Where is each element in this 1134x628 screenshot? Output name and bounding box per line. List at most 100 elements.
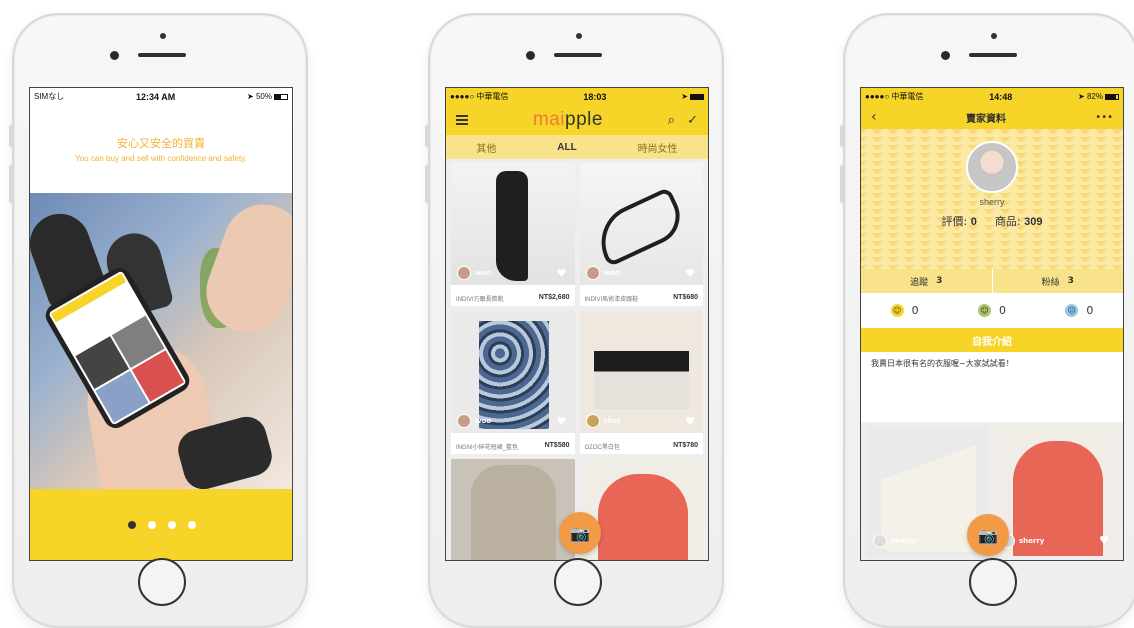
browse-screen: ●●●●○ 中華電信 18:03 ➤ maipple ⌕ ✓ 其他 ALL 時尚… xyxy=(445,87,709,561)
avatar[interactable] xyxy=(457,266,471,280)
review-neutral[interactable]: ☺ 0 xyxy=(977,304,1006,318)
onboarding-photo xyxy=(30,193,292,491)
product-card[interactable] xyxy=(451,459,575,560)
intro-section-header: 自我介紹 xyxy=(861,328,1123,352)
battery-icon xyxy=(690,93,704,100)
review-summary: ☺ 0 ☺ 0 ☹ 0 xyxy=(861,293,1123,328)
mute-switch xyxy=(9,125,13,147)
more-options-icon[interactable]: ••• xyxy=(1095,112,1113,123)
proximity-sensor xyxy=(526,51,535,60)
page-dot[interactable] xyxy=(188,520,196,529)
carrier-label: ●●●●○ 中華電信 xyxy=(865,92,924,101)
tab-fashion-women[interactable]: 時尚女性 xyxy=(638,140,678,155)
volume-up-button xyxy=(425,165,429,203)
profile-banner: sherry 評價: 0 商品: 309 xyxy=(861,129,1123,269)
app-header: maipple ⌕ ✓ xyxy=(446,105,708,135)
earpiece-speaker xyxy=(138,53,186,57)
earpiece-speaker xyxy=(554,53,602,57)
camera-icon: 📷 xyxy=(570,523,590,543)
seller-name: woo xyxy=(475,417,492,425)
product-name: INGNI小碎花短裙_藍色 xyxy=(456,445,519,451)
product-card[interactable]: woo ♥ INDIVI方跟長筒靴 NT$2,680 xyxy=(451,163,575,306)
rating-label: 評價: xyxy=(941,215,968,228)
avatar[interactable] xyxy=(966,141,1018,193)
product-card[interactable]: woo ♥ INGNI小碎花短裙_藍色 NT$580 xyxy=(451,311,575,454)
tab-other[interactable]: 其他 xyxy=(476,140,496,155)
sad-face-icon: ☹ xyxy=(1065,304,1079,318)
page-title: 賣家資料 xyxy=(965,113,1006,125)
product-image xyxy=(579,459,703,560)
rating-value: 0 xyxy=(970,216,977,228)
followers-label: 粉絲 xyxy=(1041,277,1060,288)
review-negative[interactable]: ☹ 0 xyxy=(1065,304,1093,318)
product-card[interactable]: sherry ♥ xyxy=(995,426,1117,556)
intro-text: 我賣日本很有名的衣服喔~大家試試看！ xyxy=(871,359,1014,368)
mute-switch xyxy=(840,125,844,147)
product-grid: woo ♥ INDIVI方跟長筒靴 NT$2,680 woo ♥ INDIVI馬術… xyxy=(446,159,708,560)
back-chevron-icon[interactable]: ‹ xyxy=(871,109,877,125)
phone-browse: ●●●●○ 中華電信 18:03 ➤ maipple ⌕ ✓ 其他 ALL 時尚… xyxy=(425,13,724,628)
heart-icon[interactable]: ♥ xyxy=(685,267,695,280)
heart-icon[interactable]: ♥ xyxy=(557,415,567,428)
product-name: INDIVI方跟長筒靴 xyxy=(456,297,504,303)
proximity-sensor xyxy=(941,51,950,60)
heart-icon[interactable]: ♥ xyxy=(557,267,567,280)
app-logo: maipple xyxy=(532,109,603,130)
phone-seller-profile: ●●●●○ 中華電信 14:48 ➤ 82% ‹ 賣家資料 ••• sherry… xyxy=(840,13,1134,628)
review-positive[interactable]: ☺ 0 xyxy=(890,304,919,318)
avatar[interactable] xyxy=(457,414,471,428)
product-card[interactable]: cher ♥ OZOC黑白包 NT$780 xyxy=(579,311,703,454)
clock: 18:03 xyxy=(583,91,607,102)
tab-all[interactable]: ALL xyxy=(557,142,576,153)
following-count: 3 xyxy=(936,276,943,286)
heart-icon[interactable]: ♥ xyxy=(1099,534,1109,547)
seller-name: cher xyxy=(603,417,621,425)
avatar[interactable] xyxy=(585,266,600,280)
check-circle-icon[interactable]: ✓ xyxy=(687,113,698,128)
page-dot[interactable] xyxy=(148,520,156,529)
front-camera xyxy=(576,33,582,39)
camera-sell-button[interactable]: 📷 xyxy=(967,514,1009,556)
product-name: OZOC黑白包 xyxy=(584,445,620,451)
onboarding-header: 安心又安全的買賣 You can buy and sell with confi… xyxy=(30,105,292,193)
avatar[interactable] xyxy=(585,414,600,428)
category-tabs: 其他 ALL 時尚女性 xyxy=(446,135,708,159)
location-arrow-icon: ➤ xyxy=(1078,92,1085,101)
seller-name: woo xyxy=(475,269,492,277)
carrier-label: SIMなし xyxy=(34,92,65,101)
followers-button[interactable]: 粉絲 3 xyxy=(991,269,1123,293)
status-bar: ●●●●○ 中華電信 18:03 ➤ xyxy=(446,88,708,105)
location-arrow-icon: ➤ xyxy=(247,92,254,101)
followers-count: 3 xyxy=(1067,276,1074,286)
home-button[interactable] xyxy=(138,558,186,606)
goods-value: 309 xyxy=(1024,216,1043,228)
product-price: NT$2,680 xyxy=(538,294,570,301)
home-button[interactable] xyxy=(969,558,1017,606)
neutral-face-icon: ☺ xyxy=(977,304,991,318)
camera-sell-button[interactable]: 📷 xyxy=(559,512,601,554)
front-camera xyxy=(160,33,166,39)
front-camera xyxy=(991,33,997,39)
page-dot[interactable] xyxy=(128,520,136,529)
seller-stats: 評價: 0 商品: 309 xyxy=(942,213,1043,229)
seller-username: sherry xyxy=(979,197,1005,207)
search-icon[interactable]: ⌕ xyxy=(668,113,675,128)
earpiece-speaker xyxy=(969,53,1017,57)
hamburger-menu-icon[interactable] xyxy=(456,115,468,125)
following-button[interactable]: 追蹤 3 xyxy=(861,269,992,293)
clock: 14:48 xyxy=(989,91,1013,102)
product-price: NT$680 xyxy=(673,294,698,301)
location-arrow-icon: ➤ xyxy=(681,92,688,101)
battery-percent: 82% xyxy=(1086,92,1103,101)
product-card[interactable] xyxy=(579,459,703,560)
product-card[interactable]: woo ♥ INDIVI馬術漆皮跟鞋 NT$680 xyxy=(579,163,703,306)
page-dot[interactable] xyxy=(168,520,176,529)
carrier-label: ●●●●○ 中華電信 xyxy=(450,92,509,101)
avatar[interactable] xyxy=(873,534,887,548)
status-bar: SIMなし 12:34 AM ➤ 50% xyxy=(30,88,292,105)
home-button[interactable] xyxy=(554,558,602,606)
heart-icon[interactable]: ♥ xyxy=(685,415,695,428)
volume-up-button xyxy=(9,165,13,203)
onboarding-screen: SIMなし 12:34 AM ➤ 50% 安心又安全的買賣 You can bu… xyxy=(29,87,293,561)
volume-up-button xyxy=(840,165,844,203)
